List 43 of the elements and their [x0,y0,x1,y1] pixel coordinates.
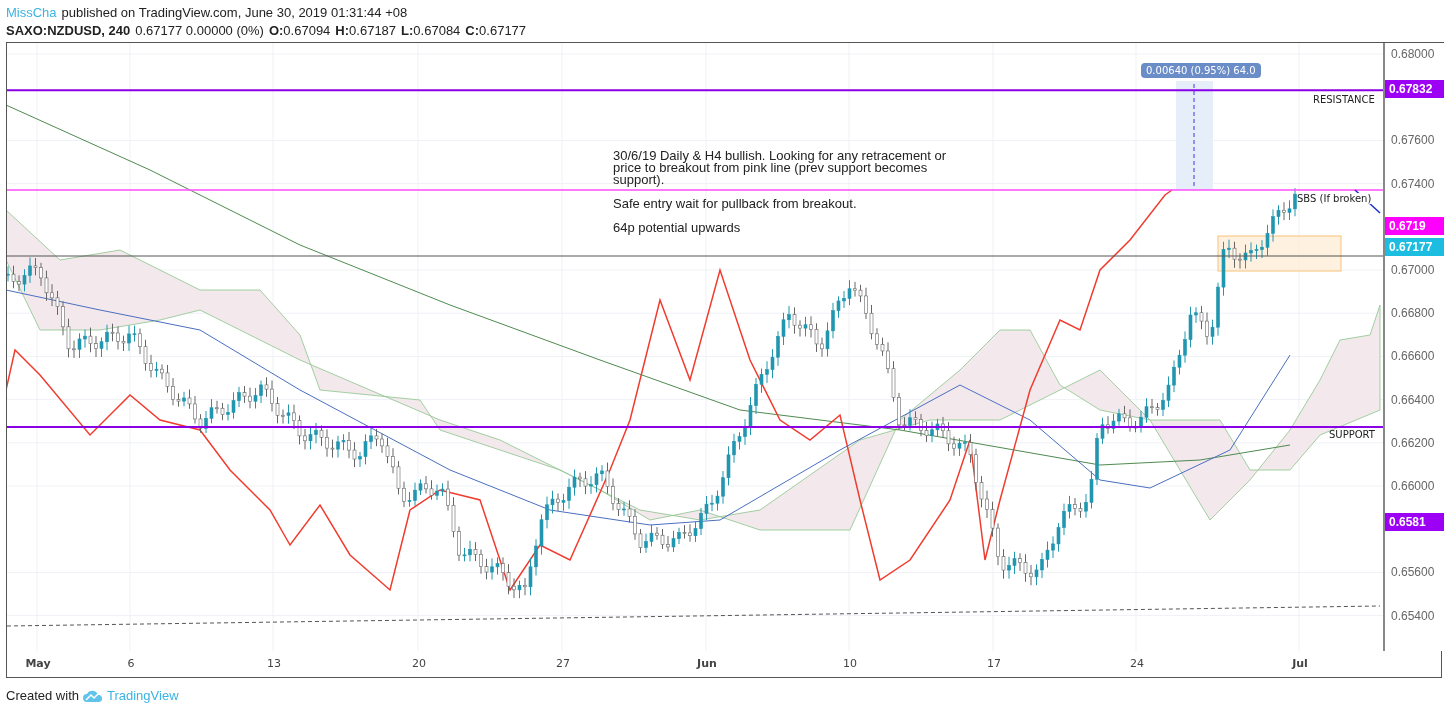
price-tick-label: 0.67600 [1391,133,1435,148]
footer-text: Created with [6,688,79,703]
author-name[interactable]: MissCha [6,4,57,22]
brand-link[interactable]: TradingView [107,688,179,703]
line-label: RESISTANCE [1313,94,1375,105]
line-label: SUPPORT [1329,429,1375,440]
time-tick-label: 24 [1130,657,1144,670]
last-price: 0.67177 0.00000 (0%) [135,22,264,40]
time-tick-label: 27 [556,657,570,670]
time-tick-label: 17 [987,657,1001,670]
time-tick-label: 6 [127,657,135,670]
line-label: SBS (If broken) [1297,193,1372,204]
time-tick-label: Jul [1292,657,1308,670]
price-tick-label: 0.66000 [1391,479,1435,493]
cloud-logo-icon [83,688,103,703]
price-tick-label: 0.65400 [1391,608,1435,623]
ohlc-value: O:0.67094 [268,22,331,40]
measure-label: 0.00640 (0.95%) 64.0 [1141,63,1261,78]
price-tick-label: 0.66800 [1391,306,1435,321]
price-tag: 0.6719 [1385,217,1444,235]
time-tick-label: 10 [843,657,857,670]
price-tag: 0.67832 [1385,80,1444,98]
price-tag: 0.6581 [1385,513,1444,531]
price-tick-label: 0.66600 [1391,349,1435,364]
time-tick-label: 13 [267,657,281,670]
ohlc-value: L:0.67084 [401,22,461,40]
ohlc-value: C:0.67177 [465,22,527,40]
price-tick-label: 0.68000 [1391,47,1435,61]
price-tick-label: 0.66200 [1391,435,1435,450]
price-tick-label: 0.66400 [1391,392,1435,407]
time-tick-label: Jun [697,657,717,670]
price-tick-label: 0.67400 [1391,176,1435,191]
publish-info: published on TradingView.com, June 30, 2019 01:31:44 +08 [61,4,408,22]
chart-note: 30/6/19 Daily & H4 bullish. Looking for any retracement or price to breakout from pink line (prev support becomes support). [613,150,948,186]
ohlc-value: H:0.67187 [335,22,397,40]
time-tick-label: 20 [412,657,426,670]
chart-note: 64p potential upwards [613,222,742,234]
time-tick-label: May [25,657,51,670]
price-tick-label: 0.67000 [1391,263,1435,277]
price-tick-label: 0.65600 [1391,565,1435,580]
symbol-label: SAXO:NZDUSD, 240 [6,22,131,40]
price-tag: 0.67177 [1385,238,1444,256]
chart-note: Safe entry wait for pullback from breakout. [613,198,858,210]
